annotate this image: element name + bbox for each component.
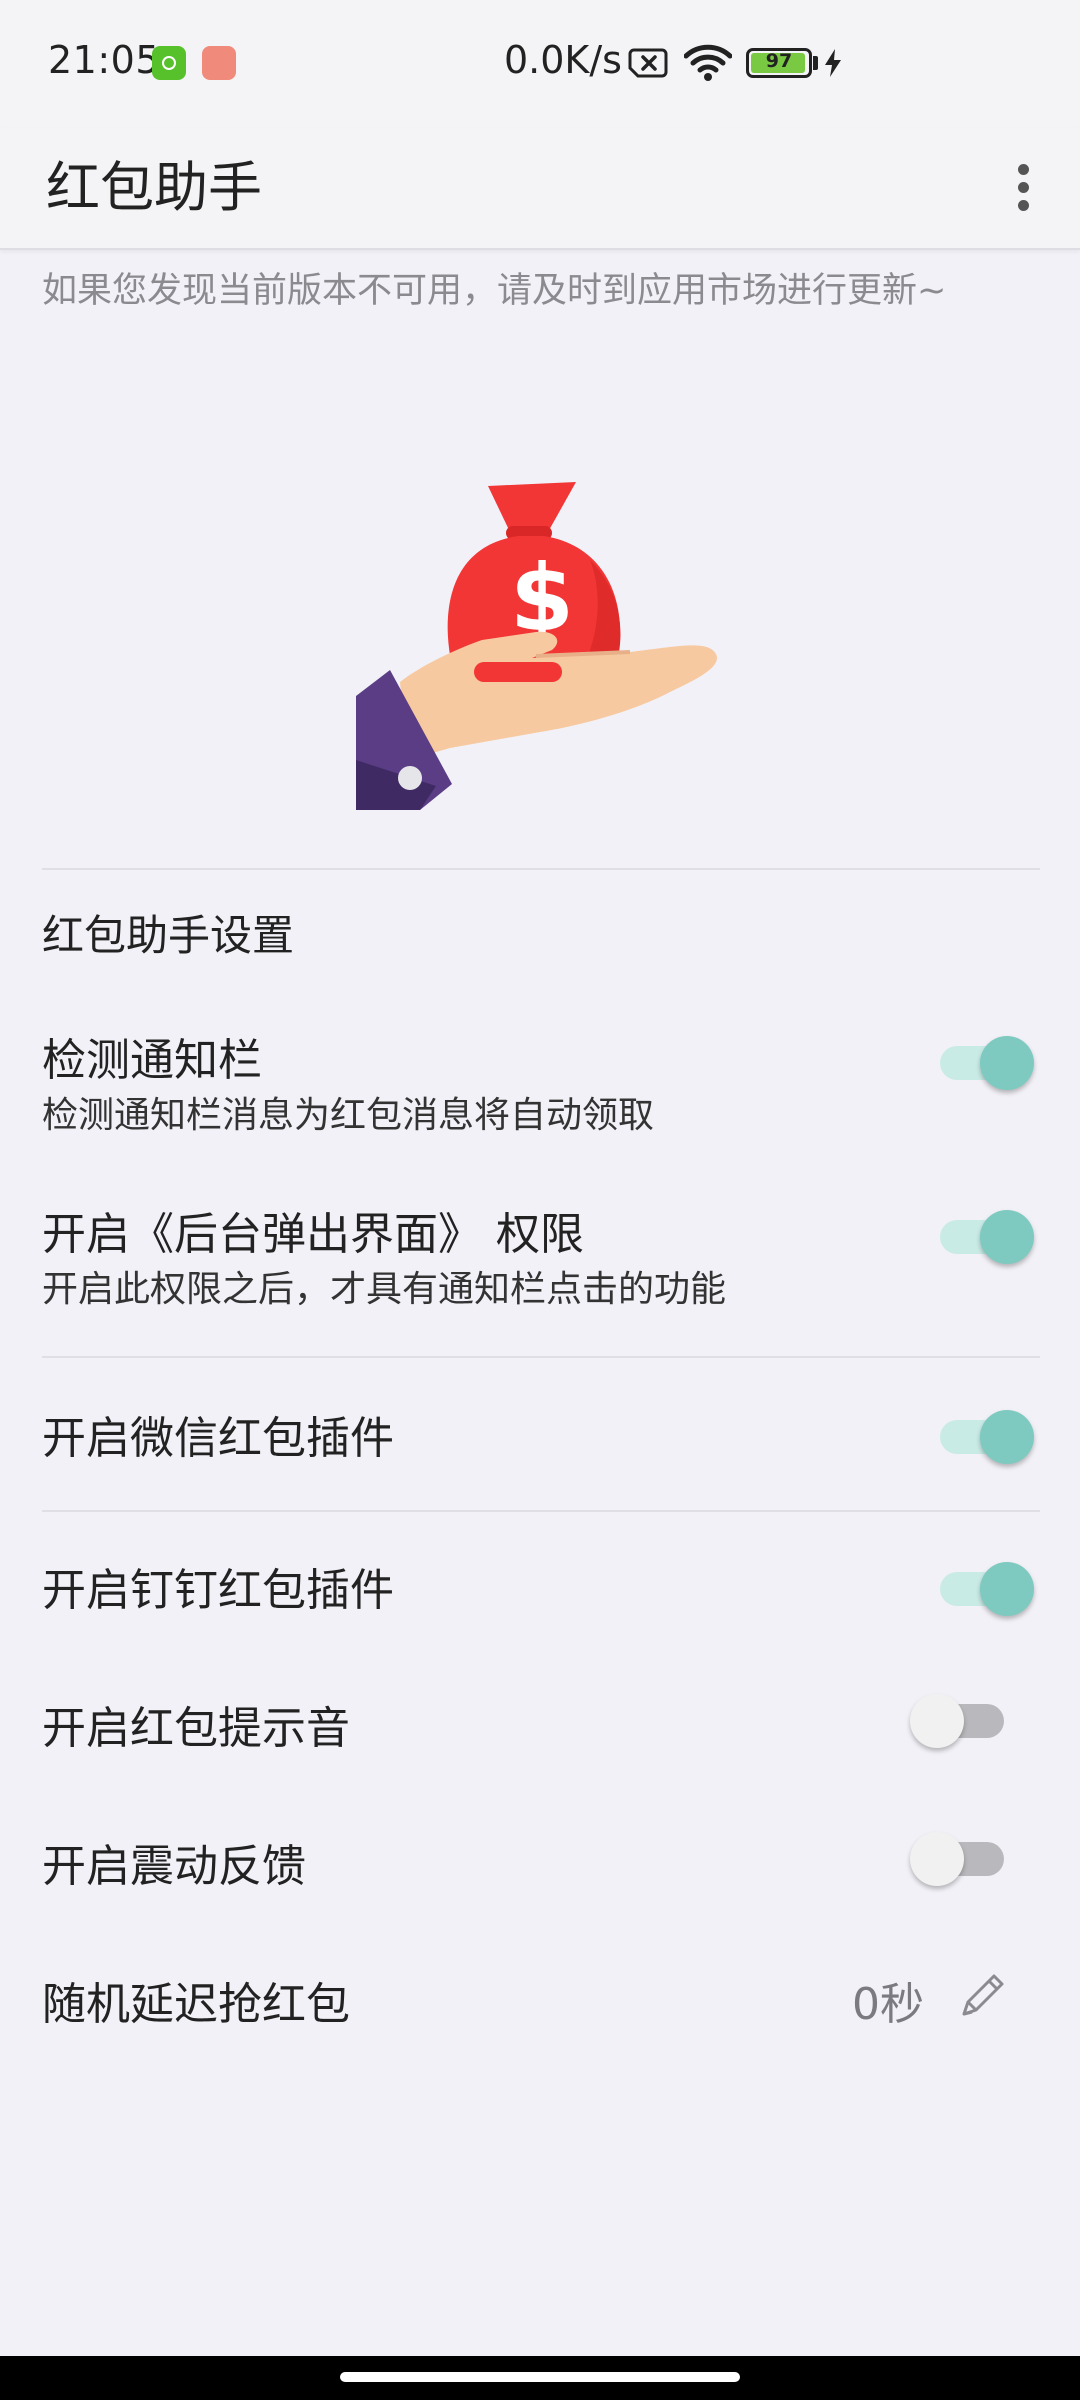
switch-thumb bbox=[980, 1562, 1034, 1616]
setting-title: 检测通知栏 bbox=[42, 1035, 262, 1086]
switch-thumb bbox=[980, 1036, 1034, 1090]
app-notification-icon bbox=[152, 46, 186, 80]
battery-level: 97 bbox=[765, 50, 793, 72]
wifi-icon bbox=[684, 44, 732, 81]
setting-subtitle: 开启此权限之后，才具有通知栏点击的功能 bbox=[42, 1269, 727, 1310]
switch-thumb bbox=[980, 1410, 1034, 1464]
edit-pencil-icon[interactable] bbox=[956, 1968, 1010, 2022]
setting-title: 开启钉钉红包插件 bbox=[42, 1565, 394, 1616]
more-vert-icon bbox=[1018, 164, 1029, 175]
switch-thumb bbox=[910, 1694, 964, 1748]
charging-icon bbox=[825, 49, 841, 77]
setting-title: 随机延迟抢红包 bbox=[42, 1979, 350, 2030]
setting-title: 开启《后台弹出界面》 权限 bbox=[42, 1209, 584, 1260]
toggle-switch[interactable] bbox=[930, 1202, 1040, 1272]
setting-row-background-popup-permission[interactable]: 开启《后台弹出界面》 权限 开启此权限之后，才具有通知栏点击的功能 bbox=[0, 1184, 1080, 1324]
settings-section-title: 红包助手设置 bbox=[42, 911, 295, 960]
system-navigation-bar bbox=[0, 2356, 1080, 2400]
more-options-button[interactable] bbox=[978, 142, 1070, 234]
more-vert-icon bbox=[1018, 182, 1029, 193]
page-title: 红包助手 bbox=[46, 156, 262, 219]
setting-row-vibration-feedback[interactable]: 开启震动反馈 bbox=[0, 1790, 1080, 1926]
battery-cap bbox=[813, 56, 818, 70]
setting-row-detect-notification[interactable]: 检测通知栏 检测通知栏消息为红包消息将自动领取 bbox=[0, 1010, 1080, 1150]
switch-thumb bbox=[980, 1210, 1034, 1264]
setting-subtitle: 检测通知栏消息为红包消息将自动领取 bbox=[42, 1095, 655, 1136]
toggle-switch[interactable] bbox=[930, 1028, 1040, 1098]
more-vert-icon bbox=[1018, 200, 1029, 211]
app-bar: 红包助手 bbox=[0, 128, 1080, 250]
divider bbox=[42, 1356, 1040, 1358]
setting-title: 开启震动反馈 bbox=[42, 1841, 306, 1892]
update-notice: 如果您发现当前版本不可用，请及时到应用市场进行更新~ bbox=[42, 271, 947, 311]
home-indicator[interactable] bbox=[340, 2372, 740, 2382]
money-bag-in-hand-icon: $ bbox=[356, 482, 717, 810]
toggle-switch[interactable] bbox=[930, 1402, 1040, 1472]
battery-icon: 97 bbox=[746, 48, 812, 78]
setting-row-notification-sound[interactable]: 开启红包提示音 bbox=[0, 1654, 1080, 1790]
switch-thumb bbox=[910, 1832, 964, 1886]
divider bbox=[42, 1510, 1040, 1512]
status-bar: 21:05 0.0K/s 97 bbox=[0, 0, 1080, 128]
divider bbox=[42, 868, 1040, 870]
setting-title: 开启微信红包插件 bbox=[42, 1413, 394, 1464]
setting-row-wechat-plugin[interactable]: 开启微信红包插件 bbox=[0, 1360, 1080, 1508]
status-time: 21:05 bbox=[48, 38, 161, 82]
toggle-switch[interactable] bbox=[910, 1686, 1020, 1756]
network-speed: 0.0K/s bbox=[504, 38, 622, 82]
delay-value: 0秒 bbox=[852, 1979, 924, 2030]
setting-row-dingtalk-plugin[interactable]: 开启钉钉红包插件 bbox=[0, 1514, 1080, 1654]
setting-title: 开启红包提示音 bbox=[42, 1703, 350, 1754]
toggle-switch[interactable] bbox=[910, 1824, 1020, 1894]
app-notification-icon bbox=[202, 46, 236, 80]
toggle-switch[interactable] bbox=[930, 1554, 1040, 1624]
sim-disabled-icon bbox=[628, 48, 668, 78]
